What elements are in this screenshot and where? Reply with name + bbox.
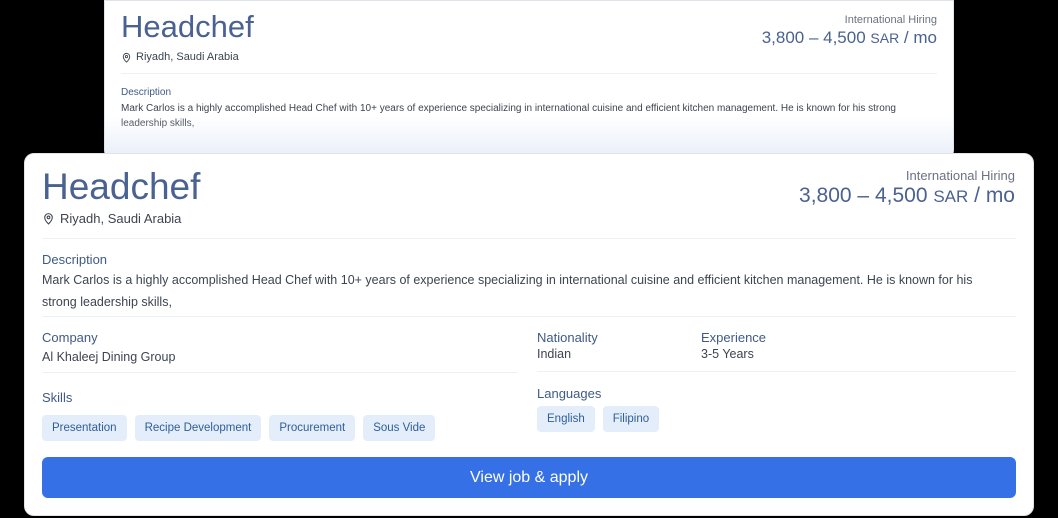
salary-period: / mo [968, 184, 1015, 207]
description-label: Description [121, 87, 172, 98]
divider [42, 316, 1016, 317]
description-label: Description [42, 252, 108, 267]
hiring-type: International Hiring [844, 14, 937, 26]
nationality-value: Indian [537, 347, 572, 361]
description-text: Mark Carlos is a highly accomplished Hea… [121, 103, 896, 129]
skill-chip: Presentation [42, 415, 127, 441]
salary-range: 3,800 – 4,500 [799, 184, 928, 207]
job-location-text: Riyadh, Saudi Arabia [60, 211, 182, 226]
salary: 3,800 – 4,500 SAR / mo [762, 28, 937, 48]
salary-period: / mo [899, 28, 937, 47]
skills-list: Presentation Recipe Development Procurem… [42, 415, 436, 441]
language-chip: Filipino [602, 406, 660, 432]
job-location: Riyadh, Saudi Arabia [42, 211, 181, 226]
divider [42, 238, 1016, 239]
description-text: Mark Carlos is a highly accomplished Hea… [42, 273, 973, 309]
nationality-label: Nationality [537, 330, 598, 345]
skills-label: Skills [42, 390, 73, 405]
job-title: Headchef [121, 9, 254, 44]
languages-list: English Filipino [537, 406, 660, 432]
job-location-text: Riyadh, Saudi Arabia [136, 51, 239, 63]
languages-label: Languages [537, 386, 602, 401]
hiring-type: International Hiring [905, 168, 1015, 183]
company-label: Company [42, 330, 98, 345]
map-pin-icon [121, 52, 132, 63]
divider [537, 371, 1016, 372]
view-job-apply-button[interactable]: View job & apply [42, 457, 1016, 498]
salary: 3,800 – 4,500 SAR / mo [799, 184, 1015, 208]
salary-currency: SAR [870, 30, 900, 46]
experience-label: Experience [701, 330, 767, 345]
job-title: Headchef [42, 166, 201, 207]
skill-chip: Sous Vide [363, 415, 436, 441]
salary-currency: SAR [933, 187, 969, 206]
language-chip: English [537, 406, 595, 432]
job-card: Headchef Riyadh, Saudi Arabia Internatio… [24, 153, 1034, 516]
divider [42, 372, 518, 373]
experience-value: 3-5 Years [701, 347, 754, 361]
job-location: Riyadh, Saudi Arabia [121, 51, 239, 63]
salary-range: 3,800 – 4,500 [761, 28, 866, 47]
skill-chip: Procurement [269, 415, 356, 441]
divider [121, 73, 937, 74]
map-pin-icon [42, 212, 55, 225]
skill-chip: Recipe Development [134, 415, 262, 441]
company-value: Al Khaleej Dining Group [42, 350, 176, 364]
job-card-background: Headchef Riyadh, Saudi Arabia Internatio… [104, 0, 954, 160]
